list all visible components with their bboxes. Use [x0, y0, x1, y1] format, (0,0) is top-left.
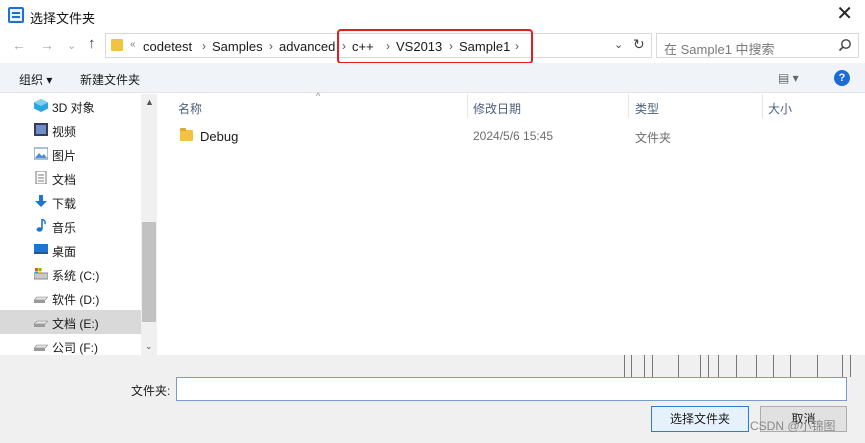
drive-c-icon — [34, 268, 48, 280]
row-modified: 2024/5/6 15:45 — [473, 129, 554, 143]
search-icon[interactable] — [838, 38, 852, 52]
back-arrow-icon[interactable]: ← — [12, 37, 26, 53]
sidebar-item-label: 软件 (D:) — [52, 293, 100, 307]
sidebar-scrollbar[interactable]: ▲ ⌄ — [141, 94, 157, 355]
scrollbar-thumb[interactable] — [142, 222, 156, 322]
sidebar-item-videos[interactable]: 视频 — [0, 118, 141, 142]
folder-icon — [180, 128, 193, 141]
sort-ascending-icon: ^ — [316, 91, 321, 101]
chevron-right-icon[interactable]: › — [202, 39, 206, 53]
column-header-name[interactable]: 名称 — [178, 100, 202, 117]
sidebar-item-label: 公司 (F:) — [52, 341, 98, 355]
scroll-up-icon[interactable]: ▲ — [145, 97, 154, 107]
sidebar-item-label: 桌面 — [52, 245, 77, 259]
drive-icon — [34, 296, 48, 303]
folder-name-input[interactable] — [176, 377, 847, 401]
rendering-artifact-lines — [622, 355, 865, 377]
column-divider[interactable] — [628, 94, 629, 118]
scroll-down-icon[interactable]: ⌄ — [145, 341, 153, 352]
documents-icon — [35, 171, 47, 184]
column-divider[interactable] — [762, 94, 763, 118]
sidebar-item-label: 文档 — [52, 173, 77, 187]
new-folder-button[interactable]: 新建文件夹 — [80, 71, 140, 88]
refresh-icon[interactable]: ↻ — [633, 36, 645, 53]
navigation-pane: 3D 对象 视频 图片 文档 下载 音乐 桌面 系统 (C:) 软件 (D:) … — [0, 94, 157, 355]
sidebar-item-label: 文档 (E:) — [52, 317, 99, 331]
window-title: 选择文件夹 — [30, 11, 96, 26]
sidebar-item-label: 音乐 — [52, 221, 77, 235]
crumb-advanced[interactable]: advanced — [279, 39, 335, 54]
sidebar-item-label: 3D 对象 — [52, 101, 95, 115]
drive-icon — [34, 320, 48, 327]
help-icon[interactable]: ? — [834, 70, 850, 86]
sidebar-item-label: 视频 — [52, 125, 77, 139]
sidebar-item-label: 图片 — [52, 149, 77, 163]
sidebar-item-label: 系统 (C:) — [52, 269, 100, 283]
close-icon[interactable]: ✕ — [836, 4, 853, 24]
view-options-icon[interactable]: ▤ ▾ — [778, 71, 799, 85]
chevron-right-icon[interactable]: › — [269, 39, 273, 53]
column-header-type[interactable]: 类型 — [635, 100, 659, 117]
sidebar-item-drive-c[interactable]: 系统 (C:) — [0, 262, 141, 286]
organize-menu-button[interactable]: 组织 ▾ — [19, 71, 52, 88]
videos-icon — [34, 123, 48, 136]
forward-arrow-icon[interactable]: → — [40, 37, 54, 53]
sidebar-item-music[interactable]: 音乐 — [0, 214, 141, 238]
dialog-app-icon — [8, 7, 24, 23]
annotation-highlight-box — [337, 29, 533, 64]
desktop-icon — [34, 244, 48, 254]
folder-label: 文件夹: — [131, 384, 171, 398]
address-dropdown-icon[interactable]: ⌄ — [614, 38, 623, 51]
search-box[interactable]: 在 Sample1 中搜索 — [656, 33, 859, 58]
sidebar-item-3d-objects[interactable]: 3D 对象 — [0, 94, 141, 118]
3d-objects-icon — [34, 99, 48, 112]
dialog-footer: 文件夹: 选择文件夹 取消 CSDN @小锦图 — [0, 355, 865, 443]
row-type: 文件夹 — [635, 131, 672, 145]
row-name[interactable]: Debug — [200, 129, 238, 144]
title-bar: 选择文件夹 ✕ — [0, 0, 865, 31]
select-folder-button[interactable]: 选择文件夹 — [651, 406, 749, 432]
crumb-codetest[interactable]: codetest — [143, 39, 192, 54]
downloads-icon — [35, 195, 47, 207]
up-arrow-icon[interactable]: ↑ — [88, 36, 96, 52]
sidebar-item-pictures[interactable]: 图片 — [0, 142, 141, 166]
crumb-samples[interactable]: Samples — [212, 39, 263, 54]
sidebar-item-documents[interactable]: 文档 — [0, 166, 141, 190]
folder-icon — [111, 39, 123, 51]
address-overflow-icon[interactable]: « — [130, 39, 136, 50]
column-divider[interactable] — [467, 94, 468, 118]
command-toolbar: 组织 ▾ 新建文件夹 ▤ ▾ ? — [0, 63, 865, 93]
music-icon — [36, 219, 46, 232]
column-header-size[interactable]: 大小 — [768, 100, 792, 117]
sidebar-item-downloads[interactable]: 下载 — [0, 190, 141, 214]
sidebar-item-drive-e[interactable]: 文档 (E:) — [0, 310, 141, 334]
search-placeholder: 在 Sample1 中搜索 — [664, 42, 775, 57]
watermark: CSDN @小锦图 — [750, 419, 836, 433]
recent-locations-dropdown-icon[interactable]: ⌄ — [67, 38, 76, 54]
drive-icon — [34, 344, 48, 351]
sidebar-item-desktop[interactable]: 桌面 — [0, 238, 141, 262]
file-list: ^ 名称 修改日期 类型 大小 Debug 2024/5/6 15:45 文件夹 — [158, 91, 865, 355]
sidebar-item-drive-d[interactable]: 软件 (D:) — [0, 286, 141, 310]
pictures-icon — [34, 147, 48, 160]
column-header-modified[interactable]: 修改日期 — [473, 100, 521, 117]
sidebar-item-label: 下载 — [52, 197, 77, 211]
